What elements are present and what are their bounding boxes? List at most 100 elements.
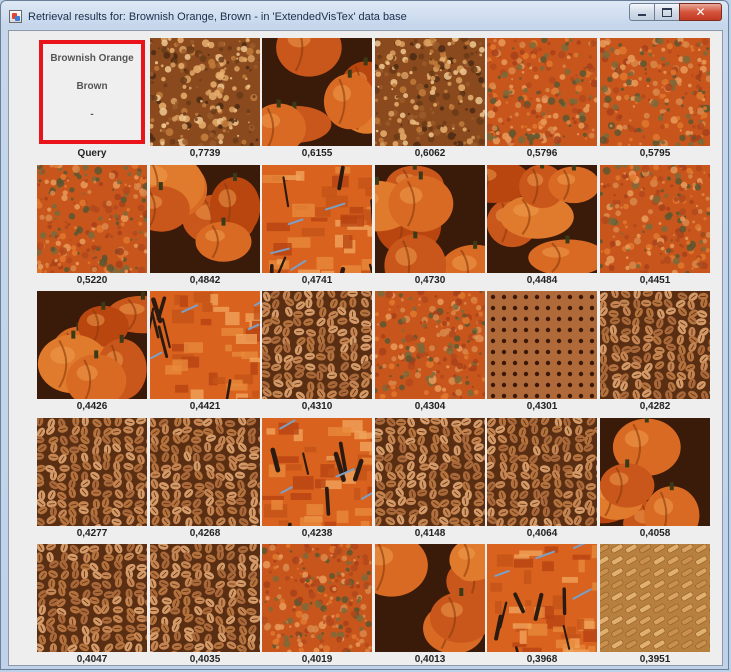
result-cell[interactable]: 0,4058 bbox=[600, 418, 712, 545]
query-color-box[interactable]: Brownish Orange Brown - bbox=[39, 40, 145, 144]
similarity-score: 0,4058 bbox=[639, 528, 671, 539]
result-thumbnail[interactable] bbox=[375, 544, 485, 652]
close-icon: ✕ bbox=[695, 5, 706, 19]
result-cell[interactable]: 0,7739 bbox=[150, 38, 262, 165]
texture-image bbox=[262, 38, 372, 146]
similarity-score: 0,4268 bbox=[189, 528, 221, 539]
result-cell[interactable]: 0,4238 bbox=[262, 418, 374, 545]
maximize-icon bbox=[662, 7, 672, 17]
query-label-2: Brown bbox=[76, 81, 108, 92]
result-cell[interactable]: 0,4013 bbox=[375, 544, 487, 669]
texture-image bbox=[600, 291, 710, 399]
result-cell[interactable]: 0,4842 bbox=[150, 165, 262, 292]
similarity-score: 0,4013 bbox=[414, 654, 446, 665]
result-cell[interactable]: 0,4741 bbox=[262, 165, 374, 292]
result-cell[interactable]: 0,5220 bbox=[37, 165, 149, 292]
texture-image bbox=[487, 418, 597, 526]
texture-image bbox=[37, 291, 147, 399]
texture-image bbox=[262, 165, 372, 273]
result-thumbnail[interactable] bbox=[600, 544, 710, 652]
result-thumbnail[interactable] bbox=[37, 544, 147, 652]
result-thumbnail[interactable] bbox=[262, 165, 372, 273]
result-thumbnail[interactable] bbox=[487, 291, 597, 399]
result-thumbnail[interactable] bbox=[600, 291, 710, 399]
similarity-score: 0,4451 bbox=[639, 275, 671, 286]
title-bar[interactable]: Retrieval results for: Brownish Orange, … bbox=[1, 1, 728, 31]
result-thumbnail[interactable] bbox=[600, 165, 710, 273]
result-thumbnail[interactable] bbox=[150, 544, 260, 652]
result-cell[interactable]: 0,4301 bbox=[487, 291, 599, 418]
result-thumbnail[interactable] bbox=[262, 38, 372, 146]
result-cell[interactable]: 0,6155 bbox=[262, 38, 374, 165]
texture-image bbox=[487, 544, 597, 652]
result-thumbnail[interactable] bbox=[150, 38, 260, 146]
texture-image bbox=[262, 291, 372, 399]
close-button[interactable]: ✕ bbox=[679, 3, 722, 21]
result-cell[interactable]: 0,4304 bbox=[375, 291, 487, 418]
result-thumbnail[interactable] bbox=[150, 165, 260, 273]
similarity-score: 0,4238 bbox=[301, 528, 333, 539]
result-thumbnail[interactable] bbox=[262, 291, 372, 399]
query-cell: Brownish Orange Brown - Query bbox=[37, 38, 149, 165]
texture-image bbox=[150, 418, 260, 526]
texture-image bbox=[262, 544, 372, 652]
similarity-score: 0,4301 bbox=[526, 401, 558, 412]
texture-image bbox=[487, 291, 597, 399]
similarity-score: 0,7739 bbox=[189, 148, 221, 159]
result-thumbnail[interactable] bbox=[150, 418, 260, 526]
result-thumbnail[interactable] bbox=[487, 165, 597, 273]
result-thumbnail[interactable] bbox=[37, 291, 147, 399]
result-thumbnail[interactable] bbox=[375, 38, 485, 146]
query-caption: Query bbox=[77, 148, 107, 159]
result-cell[interactable]: 0,4426 bbox=[37, 291, 149, 418]
result-cell[interactable]: 0,4019 bbox=[262, 544, 374, 669]
result-thumbnail[interactable] bbox=[375, 291, 485, 399]
similarity-score: 0,4741 bbox=[301, 275, 333, 286]
result-thumbnail[interactable] bbox=[600, 418, 710, 526]
result-thumbnail[interactable] bbox=[487, 38, 597, 146]
result-thumbnail[interactable] bbox=[487, 544, 597, 652]
result-cell[interactable]: 0,4282 bbox=[600, 291, 712, 418]
result-thumbnail[interactable] bbox=[150, 291, 260, 399]
result-cell[interactable]: 0,4451 bbox=[600, 165, 712, 292]
result-cell[interactable]: 0,4064 bbox=[487, 418, 599, 545]
java-app-icon[interactable] bbox=[9, 10, 22, 23]
minimize-icon bbox=[638, 14, 646, 16]
texture-image bbox=[37, 418, 147, 526]
result-cell[interactable]: 0,4277 bbox=[37, 418, 149, 545]
result-cell[interactable]: 0,3951 bbox=[600, 544, 712, 669]
query-label-1: Brownish Orange bbox=[50, 53, 134, 64]
similarity-score: 0,4019 bbox=[301, 654, 333, 665]
similarity-score: 0,4426 bbox=[76, 401, 108, 412]
retrieval-window: Retrieval results for: Brownish Orange, … bbox=[0, 0, 729, 670]
result-cell[interactable]: 0,4730 bbox=[375, 165, 487, 292]
similarity-score: 0,4047 bbox=[76, 654, 108, 665]
result-cell[interactable]: 0,3968 bbox=[487, 544, 599, 669]
result-thumbnail[interactable] bbox=[262, 418, 372, 526]
texture-image bbox=[375, 165, 485, 273]
result-cell[interactable]: 0,4148 bbox=[375, 418, 487, 545]
texture-image bbox=[375, 418, 485, 526]
result-cell[interactable]: 0,6062 bbox=[375, 38, 487, 165]
result-thumbnail[interactable] bbox=[375, 418, 485, 526]
result-cell[interactable]: 0,4047 bbox=[37, 544, 149, 669]
result-thumbnail[interactable] bbox=[487, 418, 597, 526]
result-thumbnail[interactable] bbox=[375, 165, 485, 273]
result-cell[interactable]: 0,4421 bbox=[150, 291, 262, 418]
result-thumbnail[interactable] bbox=[37, 165, 147, 273]
maximize-button[interactable] bbox=[654, 3, 680, 21]
result-cell[interactable]: 0,4484 bbox=[487, 165, 599, 292]
result-cell[interactable]: 0,5795 bbox=[600, 38, 712, 165]
texture-image bbox=[600, 544, 710, 652]
result-cell[interactable]: 0,5796 bbox=[487, 38, 599, 165]
result-cell[interactable]: 0,4310 bbox=[262, 291, 374, 418]
similarity-score: 0,4310 bbox=[301, 401, 333, 412]
minimize-button[interactable] bbox=[629, 3, 655, 21]
result-cell[interactable]: 0,4268 bbox=[150, 418, 262, 545]
similarity-score: 0,4842 bbox=[189, 275, 221, 286]
result-thumbnail[interactable] bbox=[600, 38, 710, 146]
result-thumbnail[interactable] bbox=[37, 418, 147, 526]
similarity-score: 0,3968 bbox=[526, 654, 558, 665]
result-cell[interactable]: 0,4035 bbox=[150, 544, 262, 669]
result-thumbnail[interactable] bbox=[262, 544, 372, 652]
